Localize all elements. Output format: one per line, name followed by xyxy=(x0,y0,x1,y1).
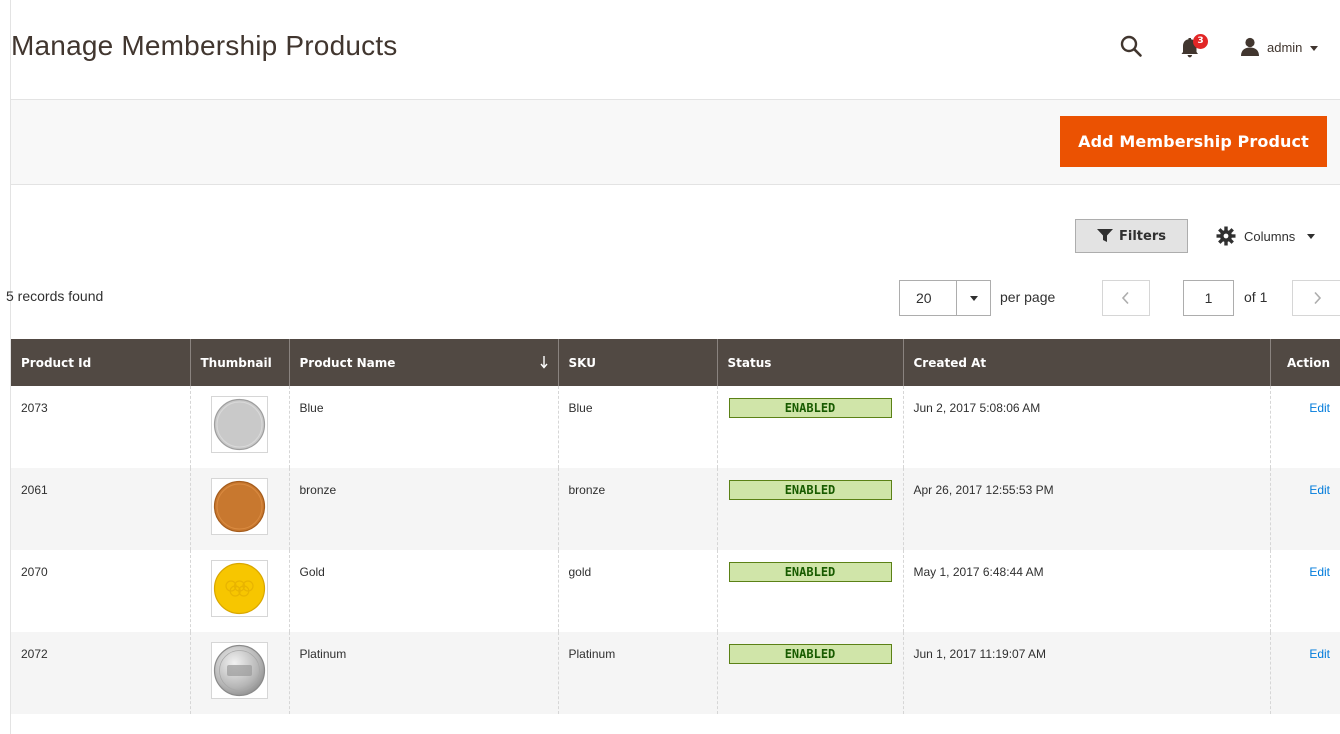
page-header: Manage Membership Products 3 admin xyxy=(11,0,1340,100)
edit-link[interactable]: Edit xyxy=(1309,401,1330,415)
product-name-cell: Gold xyxy=(289,550,559,632)
platinum-medal-image xyxy=(213,644,265,697)
table-row: 2061 bronze bronze ENABLED Apr 26, 2017 … xyxy=(11,468,1340,550)
grid-header-row: Product Id Thumbnail Product Name SKU St… xyxy=(11,339,1340,386)
current-page-input[interactable]: 1 xyxy=(1183,280,1234,316)
add-membership-product-button[interactable]: Add Membership Product xyxy=(1060,116,1327,167)
thumbnail-cell xyxy=(190,468,290,550)
user-menu[interactable]: admin xyxy=(1239,34,1319,60)
product-thumbnail[interactable] xyxy=(210,560,268,617)
per-page-toggle[interactable] xyxy=(956,281,990,315)
column-header-product-name[interactable]: Product Name xyxy=(289,339,559,386)
chevron-down-icon xyxy=(1307,233,1316,239)
edit-link[interactable]: Edit xyxy=(1309,483,1330,497)
created-at-cell: Jun 1, 2017 11:19:07 AM xyxy=(903,632,1271,714)
per-page-value: 20 xyxy=(916,290,932,306)
action-cell: Edit xyxy=(1270,468,1340,550)
status-badge: ENABLED xyxy=(728,644,892,664)
filters-label: Filters xyxy=(1119,228,1166,244)
created-at-cell: May 1, 2017 6:48:44 AM xyxy=(903,550,1271,632)
product-name-cell: Blue xyxy=(289,386,559,468)
page-total-label: of 1 xyxy=(1244,289,1268,305)
filters-button[interactable]: Filters xyxy=(1075,219,1188,253)
product-id-cell: 2070 xyxy=(11,550,191,632)
column-header-sku[interactable]: SKU xyxy=(558,339,718,386)
status-badge: ENABLED xyxy=(728,480,892,500)
thumbnail-cell xyxy=(190,632,290,714)
status-badge: ENABLED xyxy=(728,562,892,582)
bronze-medal-image xyxy=(213,480,265,533)
created-at-cell: Apr 26, 2017 12:55:53 PM xyxy=(903,468,1271,550)
product-name-cell: bronze xyxy=(289,468,559,550)
next-page-button[interactable] xyxy=(1292,280,1340,316)
search-icon xyxy=(1120,35,1142,57)
status-badge: ENABLED xyxy=(728,398,892,418)
gold-medal-image xyxy=(213,562,265,615)
product-id-cell: 2073 xyxy=(11,386,191,468)
chevron-right-icon xyxy=(1313,291,1321,305)
column-header-product-id[interactable]: Product Id xyxy=(11,339,191,386)
columns-label: Columns xyxy=(1244,228,1296,244)
column-header-status[interactable]: Status xyxy=(717,339,904,386)
chevron-left-icon xyxy=(1121,291,1129,305)
notification-count-badge: 3 xyxy=(1193,34,1208,49)
chevron-down-icon xyxy=(1310,45,1319,51)
search-button[interactable] xyxy=(1119,34,1145,60)
action-cell: Edit xyxy=(1270,632,1340,714)
funnel-icon xyxy=(1097,229,1113,242)
page-actions-bar: Add Membership Product xyxy=(11,100,1340,185)
table-row: 2073 Blue Blue ENABLED Jun 2, 2017 5:08:… xyxy=(11,386,1340,468)
thumbnail-cell xyxy=(190,386,290,468)
sku-cell: gold xyxy=(558,550,718,632)
product-thumbnail[interactable] xyxy=(210,642,268,699)
status-cell: ENABLED xyxy=(717,550,904,632)
sku-cell: bronze xyxy=(558,468,718,550)
column-header-thumbnail: Thumbnail xyxy=(190,339,290,386)
product-name-cell: Platinum xyxy=(289,632,559,714)
chevron-down-icon xyxy=(969,295,978,301)
sku-cell: Blue xyxy=(558,386,718,468)
columns-dropdown[interactable]: Columns xyxy=(1216,219,1316,253)
action-cell: Edit xyxy=(1270,386,1340,468)
action-cell: Edit xyxy=(1270,550,1340,632)
previous-page-button[interactable] xyxy=(1102,280,1150,316)
table-row: 2070 Gold gold ENABLED May 1, 2017 6:48:… xyxy=(11,550,1340,632)
status-cell: ENABLED xyxy=(717,468,904,550)
per-page-select[interactable]: 20 xyxy=(899,280,991,316)
sku-cell: Platinum xyxy=(558,632,718,714)
status-cell: ENABLED xyxy=(717,632,904,714)
product-thumbnail[interactable] xyxy=(210,396,268,453)
records-found: 5 records found xyxy=(6,288,104,304)
page: Manage Membership Products 3 admin Add M… xyxy=(0,0,1340,734)
product-id-cell: 2072 xyxy=(11,632,191,714)
products-grid: Product Id Thumbnail Product Name SKU St… xyxy=(11,339,1340,714)
user-icon xyxy=(1241,37,1259,56)
edit-link[interactable]: Edit xyxy=(1309,647,1330,661)
edit-link[interactable]: Edit xyxy=(1309,565,1330,579)
product-id-cell: 2061 xyxy=(11,468,191,550)
page-title: Manage Membership Products xyxy=(11,30,398,61)
status-cell: ENABLED xyxy=(717,386,904,468)
column-header-action: Action xyxy=(1270,339,1340,386)
per-page-label: per page xyxy=(1000,289,1056,305)
silver-medal-image xyxy=(213,398,265,451)
column-header-created-at[interactable]: Created At xyxy=(903,339,1271,386)
user-name: admin xyxy=(1267,39,1303,55)
table-row: 2072 Platinum Platinum ENABLED Jun 1, 20… xyxy=(11,632,1340,714)
product-thumbnail[interactable] xyxy=(210,478,268,535)
column-header-label: Product Name xyxy=(299,355,396,370)
thumbnail-cell xyxy=(190,550,290,632)
gear-icon xyxy=(1216,226,1236,246)
created-at-cell: Jun 2, 2017 5:08:06 AM xyxy=(903,386,1271,468)
sort-down-arrow-icon xyxy=(539,356,548,369)
notifications-button[interactable]: 3 xyxy=(1177,34,1208,60)
